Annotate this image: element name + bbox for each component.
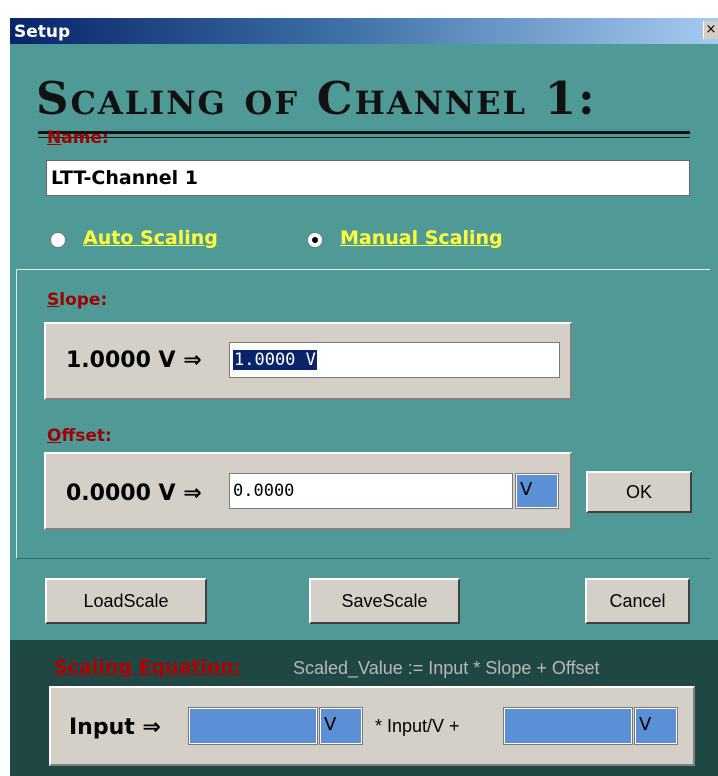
slope-label: Slope: [47,290,108,310]
load-scale-button[interactable]: LoadScale [45,578,207,624]
offset-input[interactable]: 0.0000 [229,473,513,509]
name-label: Name: [47,128,109,148]
window-title: Setup [14,22,71,42]
slope-input[interactable]: 1.0000 V [229,342,560,378]
equation-middle-text: * Input/V + [375,716,460,736]
offset-panel: 0.0000 V ⇒ 0.0000 V [44,452,572,530]
page-title: Scaling of Channel 1: [36,72,597,125]
title-bar: Setup × [10,18,718,44]
ok-button[interactable]: OK [586,471,692,513]
equation-panel: Input ⇒ V * Input/V + V [49,686,695,766]
slope-value: 1.0000 V [233,350,317,370]
equation-unit-1[interactable]: V [319,707,363,745]
offset-prefix: 0.0000 V ⇒ [66,481,202,506]
slope-prefix: 1.0000 V ⇒ [66,348,202,373]
offset-label: Offset: [47,426,112,446]
radio-unchecked-icon[interactable] [50,232,66,248]
radio-checked-icon[interactable] [307,232,323,248]
equation-unit-2[interactable]: V [634,707,678,745]
auto-scaling-option[interactable]: Auto Scaling [83,227,218,249]
manual-scaling-option[interactable]: Manual Scaling [340,227,503,249]
scaling-equation-formula: Scaled_Value := Input * Slope + Offset [293,658,600,678]
slope-panel: 1.0000 V ⇒ 1.0000 V [44,322,572,400]
equation-offset-field[interactable] [503,707,633,745]
scaling-equation-label: Scaling Equation: [54,656,242,678]
equation-slope-field[interactable] [188,707,318,745]
close-icon[interactable]: × [703,21,718,39]
setup-window: Setup × Scaling of Channel 1: Name: LTT-… [10,18,718,776]
title-underline [38,131,690,134]
input-prefix: Input ⇒ [69,715,161,740]
cancel-button[interactable]: Cancel [585,578,690,624]
offset-unit-field[interactable]: V [515,473,559,509]
save-scale-button[interactable]: SaveScale [309,578,460,624]
channel-name-input[interactable]: LTT-Channel 1 [46,160,690,196]
title-underline-thin [38,137,690,138]
